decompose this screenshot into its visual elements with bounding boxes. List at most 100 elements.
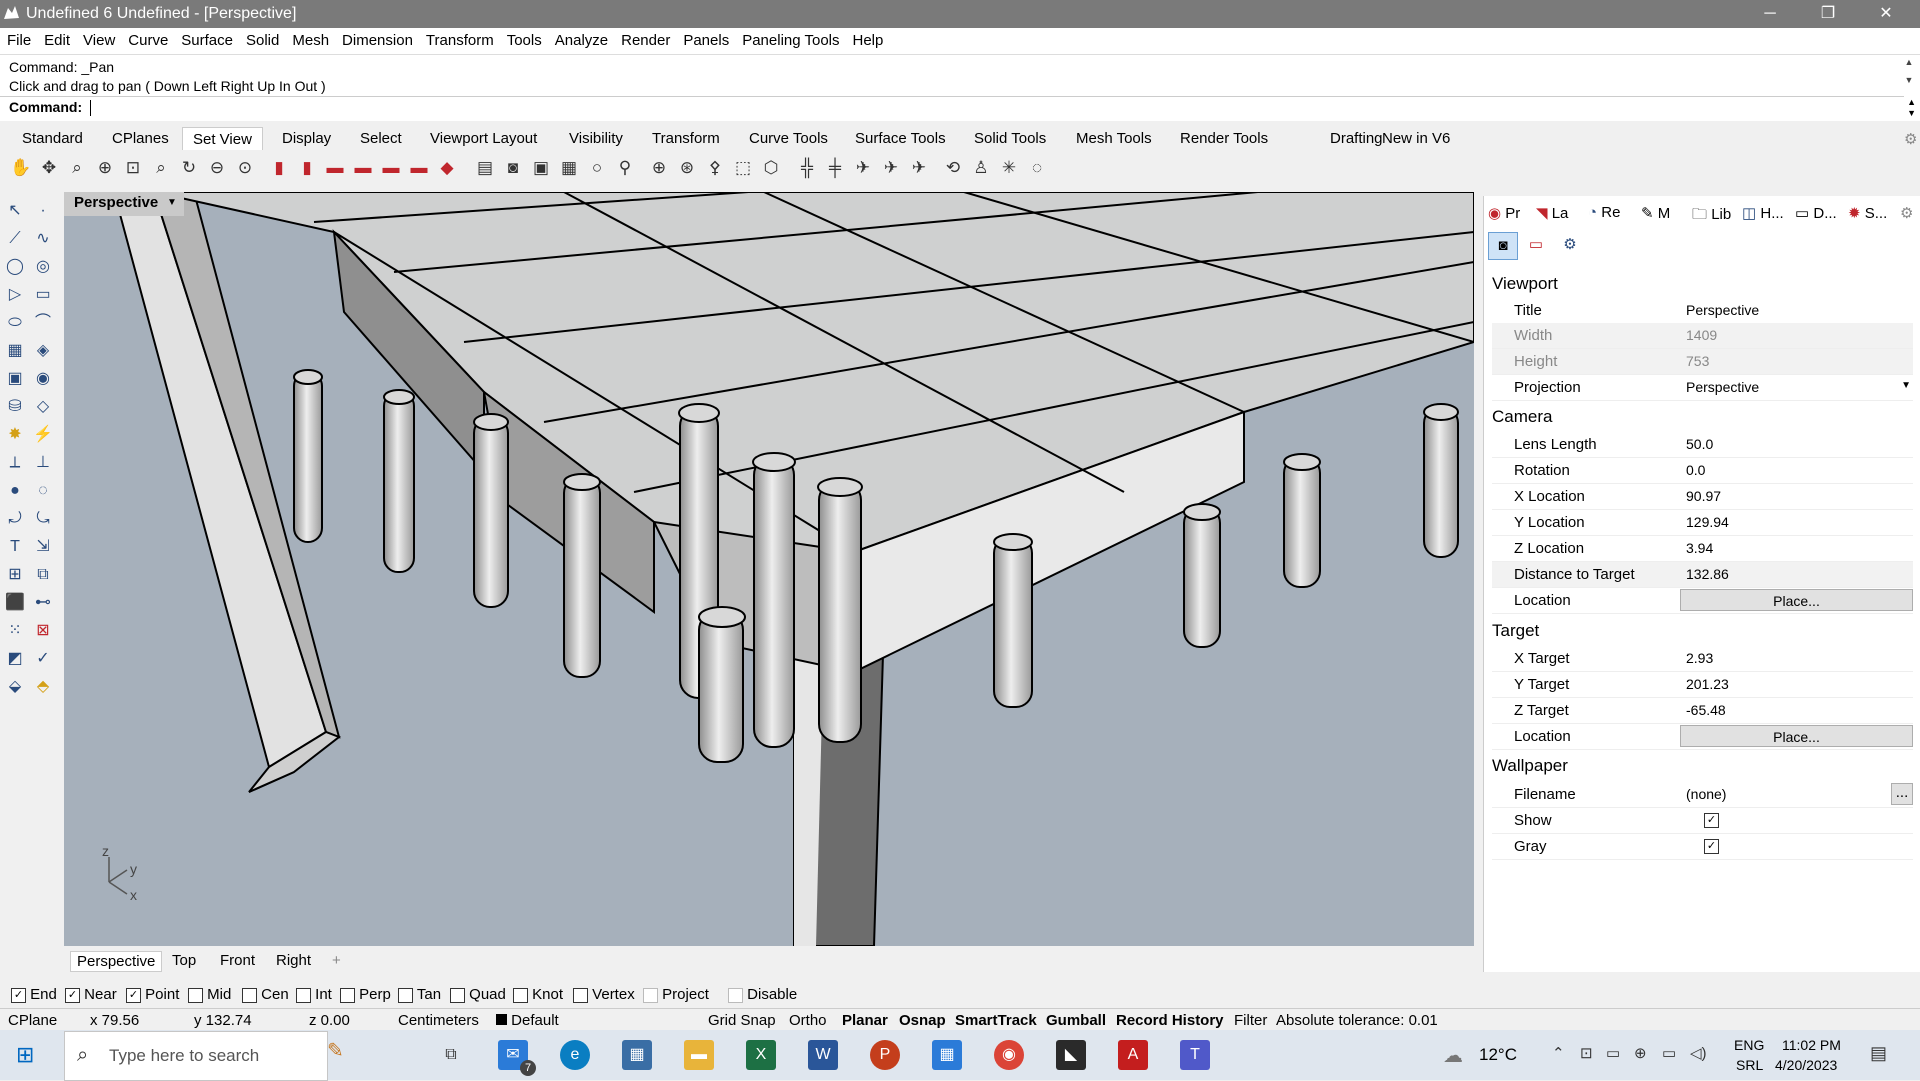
ungroup-icon[interactable]: ◌	[32, 480, 54, 502]
text-icon[interactable]: T	[4, 536, 26, 558]
gumball-toggle[interactable]: Gumball	[1046, 1012, 1106, 1029]
osnap-project[interactable]: Project	[643, 986, 709, 1003]
curve-icon[interactable]: ∿	[32, 228, 54, 250]
group-icon[interactable]: ●	[4, 480, 26, 502]
surface-edge-icon[interactable]: ◈	[32, 340, 54, 362]
filename-field[interactable]: (none)	[1680, 782, 1912, 807]
cube-view-icon[interactable]: ⬡	[760, 157, 782, 179]
tab-viewport-layout[interactable]: Viewport Layout	[424, 130, 543, 147]
taskbar-search[interactable]: ⌕ Type here to search ✎	[64, 1031, 344, 1081]
task-view-icon[interactable]: ⧉	[436, 1040, 466, 1070]
fillet-icon[interactable]: ⤾	[4, 508, 26, 530]
ellipse-icon[interactable]: ⬭	[4, 312, 26, 334]
grid-snap-toggle[interactable]: Grid Snap	[708, 1012, 776, 1029]
scroll-up-icon[interactable]: ▲	[1902, 57, 1916, 67]
camera-icon[interactable]: ◙	[502, 157, 524, 179]
menu-panels[interactable]: Panels	[676, 28, 735, 49]
select-arrow-icon[interactable]: ↖	[4, 200, 26, 222]
panel-tab-sun[interactable]: ✹ S...	[1848, 204, 1887, 222]
fly-icon[interactable]: ✈	[880, 157, 902, 179]
panel-tab-properties[interactable]: ◉ Pr	[1488, 204, 1520, 222]
scroll-up-icon[interactable]: ▲	[1907, 97, 1916, 107]
tab-mesh-tools[interactable]: Mesh Tools	[1070, 130, 1158, 147]
z-target-field[interactable]: -65.48	[1680, 698, 1912, 723]
record-history-toggle[interactable]: Record History	[1116, 1012, 1224, 1029]
set-target-icon[interactable]: ⊛	[676, 157, 698, 179]
rectangle-icon[interactable]: ▭	[32, 284, 54, 306]
cplane-label[interactable]: CPlane	[8, 1012, 57, 1029]
osnap-mid[interactable]: Mid	[188, 986, 231, 1003]
target-icon[interactable]: ⊕	[648, 157, 670, 179]
target-place-button[interactable]: Place...	[1680, 725, 1913, 747]
tab-curve-tools[interactable]: Curve Tools	[743, 130, 834, 147]
tab-set-view[interactable]: Set View	[182, 127, 263, 151]
set-camera-icon[interactable]: ⚴	[704, 157, 726, 179]
circle-center-icon[interactable]: ◎	[32, 256, 54, 278]
tab-new-in-v6[interactable]: New in V6	[1376, 130, 1456, 147]
lang-primary[interactable]: ENG	[1734, 1037, 1764, 1053]
render-tool-icon[interactable]: ⚡	[32, 424, 54, 446]
view-perspective-icon[interactable]: ◆	[436, 157, 458, 179]
word-icon[interactable]: W	[808, 1040, 838, 1070]
rotate-view-icon[interactable]: ↻	[178, 157, 200, 179]
view-left-icon[interactable]: ▬	[324, 157, 346, 179]
scroll-down-icon[interactable]: ▼	[1902, 75, 1916, 85]
view-front-icon[interactable]: ▬	[380, 157, 402, 179]
zoom-extents-icon[interactable]: ⊕	[94, 157, 116, 179]
osnap-cen[interactable]: Cen	[242, 986, 289, 1003]
viewport-frame-icon[interactable]: ▭	[1522, 232, 1550, 258]
tab-display[interactable]: Display	[276, 130, 337, 147]
tab-perspective[interactable]: Perspective	[70, 951, 163, 972]
panel-tab-display[interactable]: ▭ D...	[1795, 204, 1837, 222]
tab-transform[interactable]: Transform	[646, 130, 726, 147]
menu-help[interactable]: Help	[846, 28, 890, 49]
menu-transform[interactable]: Transform	[419, 28, 500, 49]
undo-view-icon[interactable]: ⟲	[942, 157, 964, 179]
menu-surface[interactable]: Surface	[174, 28, 239, 49]
weather-icon[interactable]: ☁	[1443, 1043, 1463, 1068]
menu-curve[interactable]: Curve	[121, 28, 174, 49]
osnap-tan[interactable]: Tan	[398, 986, 441, 1003]
chrome-icon[interactable]: ◉	[994, 1040, 1024, 1070]
osnap-point[interactable]: ✓ Point	[126, 986, 179, 1003]
menu-render[interactable]: Render	[614, 28, 676, 49]
menu-analyze[interactable]: Analyze	[548, 28, 614, 49]
file-explorer-icon[interactable]: ▬	[684, 1040, 714, 1070]
weather-temp[interactable]: 12°C	[1479, 1045, 1517, 1065]
split-icon[interactable]: ⊥	[32, 452, 54, 474]
scale-icon[interactable]: ⇲	[32, 536, 54, 558]
filter-toggle[interactable]: Filter	[1234, 1012, 1267, 1029]
clock-time[interactable]: 11:02 PM	[1782, 1037, 1841, 1053]
settings-icon[interactable]: ⚙	[1556, 232, 1584, 258]
view-right-icon[interactable]: ▬	[352, 157, 374, 179]
close-button[interactable]: ✕	[1857, 0, 1915, 28]
check-icon[interactable]: ✓	[32, 648, 54, 670]
title-field[interactable]: Perspective	[1680, 298, 1912, 323]
menu-edit[interactable]: Edit	[37, 28, 76, 49]
solid-icon[interactable]: ⬛	[4, 592, 26, 614]
offset-icon[interactable]: ⤿	[32, 508, 54, 530]
tilt-view-icon[interactable]: ╪	[824, 157, 846, 179]
drafting-icon[interactable]: ⬘	[32, 676, 54, 698]
tab-front[interactable]: Front	[214, 951, 261, 970]
plan-view-icon[interactable]: ⬚	[732, 157, 754, 179]
ortho-toggle[interactable]: Ortho	[789, 1012, 827, 1029]
camera-place-button[interactable]: Place...	[1680, 589, 1913, 611]
block-icon[interactable]: ⊠	[32, 620, 54, 642]
notifications-icon[interactable]: ▤	[1870, 1043, 1887, 1064]
tray-app-icon[interactable]: ▭	[1606, 1044, 1620, 1062]
y-target-field[interactable]: 201.23	[1680, 672, 1912, 697]
tab-solid-tools[interactable]: Solid Tools	[968, 130, 1052, 147]
gray-checkbox[interactable]: ✓	[1704, 839, 1719, 854]
windows-start-icon[interactable]: ⊞	[16, 1042, 34, 1068]
add-viewport-icon[interactable]: +	[326, 951, 347, 970]
paint-icon[interactable]: ⬙	[4, 676, 26, 698]
tab-visibility[interactable]: Visibility	[563, 130, 629, 147]
osnap-disable[interactable]: Disable	[728, 986, 797, 1003]
box-icon[interactable]: ▣	[4, 368, 26, 390]
perspective-viewport[interactable]: z y x Perspective ▼	[64, 192, 1474, 946]
planar-toggle[interactable]: Planar	[842, 1012, 888, 1029]
osnap-vertex[interactable]: Vertex	[573, 986, 635, 1003]
view-bottom-icon[interactable]: ▮	[296, 157, 318, 179]
gear-icon[interactable]: ⚙	[1900, 204, 1913, 222]
